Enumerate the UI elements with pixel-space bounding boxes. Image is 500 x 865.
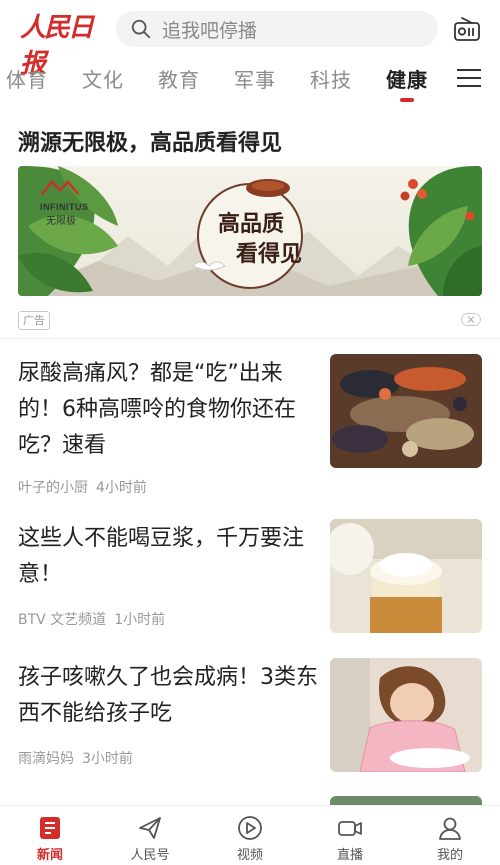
news-time: 4小时前 — [96, 480, 147, 496]
news-source[interactable]: BTV 文艺频道 — [18, 612, 106, 628]
nav-profile[interactable]: 我的 — [400, 806, 500, 865]
news-thumbnail[interactable] — [330, 796, 482, 805]
news-time: 3小时前 — [82, 751, 133, 767]
nav-video[interactable]: 视频 — [200, 806, 300, 865]
news-meta: 雨滴妈妈 3小时前 — [18, 748, 133, 768]
brand-name-cn: 无限极 — [46, 216, 76, 227]
news-source[interactable]: 叶子的小厨 — [18, 480, 88, 496]
nav-label: 我的 — [436, 848, 463, 863]
nav-label: 视频 — [236, 848, 263, 863]
active-tab-indicator — [400, 98, 414, 102]
video-camera-icon — [338, 821, 362, 836]
tab-health[interactable]: 健康 — [386, 64, 428, 93]
news-meta: 叶子的小厨 4小时前 — [18, 477, 147, 497]
tab-military[interactable]: 军事 — [234, 64, 276, 93]
nav-label: 人民号 — [130, 848, 170, 863]
brand-logo: INFINITUS 无限极 — [40, 180, 89, 227]
tab-sports[interactable]: 体育 — [6, 64, 48, 93]
ad-title[interactable]: 溯源无限极，高品质看得见 — [18, 125, 282, 157]
ad-label: 广告 — [18, 311, 50, 330]
paper-plane-icon — [139, 817, 161, 839]
category-tabs: 体育 文化 教育 军事 科技 健康 — [0, 56, 500, 104]
news-meta: BTV 文艺频道 1小时前 — [18, 609, 165, 629]
soy-milk-image — [330, 519, 482, 633]
news-thumbnail[interactable] — [330, 519, 482, 633]
news-time: 1小时前 — [114, 612, 166, 628]
nav-people-account[interactable]: 人民号 — [100, 806, 200, 865]
news-title[interactable]: 尿酸高痛风？都是“吃”出来的！6种高嘌呤的食物你还在吃？速看 — [18, 356, 320, 464]
search-bar[interactable]: 追我吧停播 — [116, 11, 438, 47]
news-source[interactable]: 雨滴妈妈 — [18, 751, 74, 767]
news-thumbnail[interactable] — [330, 354, 482, 468]
tab-technology[interactable]: 科技 — [310, 64, 352, 93]
nav-label: 新闻 — [36, 848, 63, 863]
user-icon — [439, 817, 461, 840]
seafood-image — [330, 354, 482, 468]
news-title[interactable]: 孩子咳嗽久了也会成病！3类东西不能给孩子吃 — [18, 660, 320, 732]
nav-label: 直播 — [336, 848, 363, 863]
top-bar: 人民日报 追我吧停播 — [0, 0, 500, 79]
search-placeholder: 追我吧停播 — [162, 19, 258, 42]
news-icon — [40, 817, 60, 839]
child-eating-image — [330, 658, 482, 772]
nav-live[interactable]: 直播 — [300, 806, 400, 865]
tab-culture[interactable]: 文化 — [82, 64, 124, 93]
menu-icon[interactable] — [457, 69, 481, 89]
play-icon — [238, 816, 262, 840]
news-title[interactable]: 这些人不能喝豆浆，千万要注意！ — [18, 521, 320, 593]
search-icon — [131, 19, 151, 39]
brand-mark-icon — [41, 180, 79, 195]
radio-icon[interactable] — [453, 16, 481, 42]
bottom-navigation: 新闻 人民号 视频 直播 我的 — [0, 805, 500, 865]
ad-banner[interactable]: INFINITUS 无限极 高品质 看得见 — [18, 166, 482, 296]
app-logo[interactable]: 人民日报 — [20, 10, 104, 79]
news-thumbnail[interactable] — [330, 658, 482, 772]
ad-slogan-line2: 看得见 — [236, 241, 303, 267]
close-icon[interactable] — [461, 313, 481, 326]
ad-slogan-line1: 高品质 — [218, 211, 285, 237]
nav-news[interactable]: 新闻 — [0, 806, 100, 865]
divider — [0, 338, 500, 339]
tab-education[interactable]: 教育 — [158, 64, 200, 93]
brand-name-en: INFINITUS — [40, 202, 89, 212]
